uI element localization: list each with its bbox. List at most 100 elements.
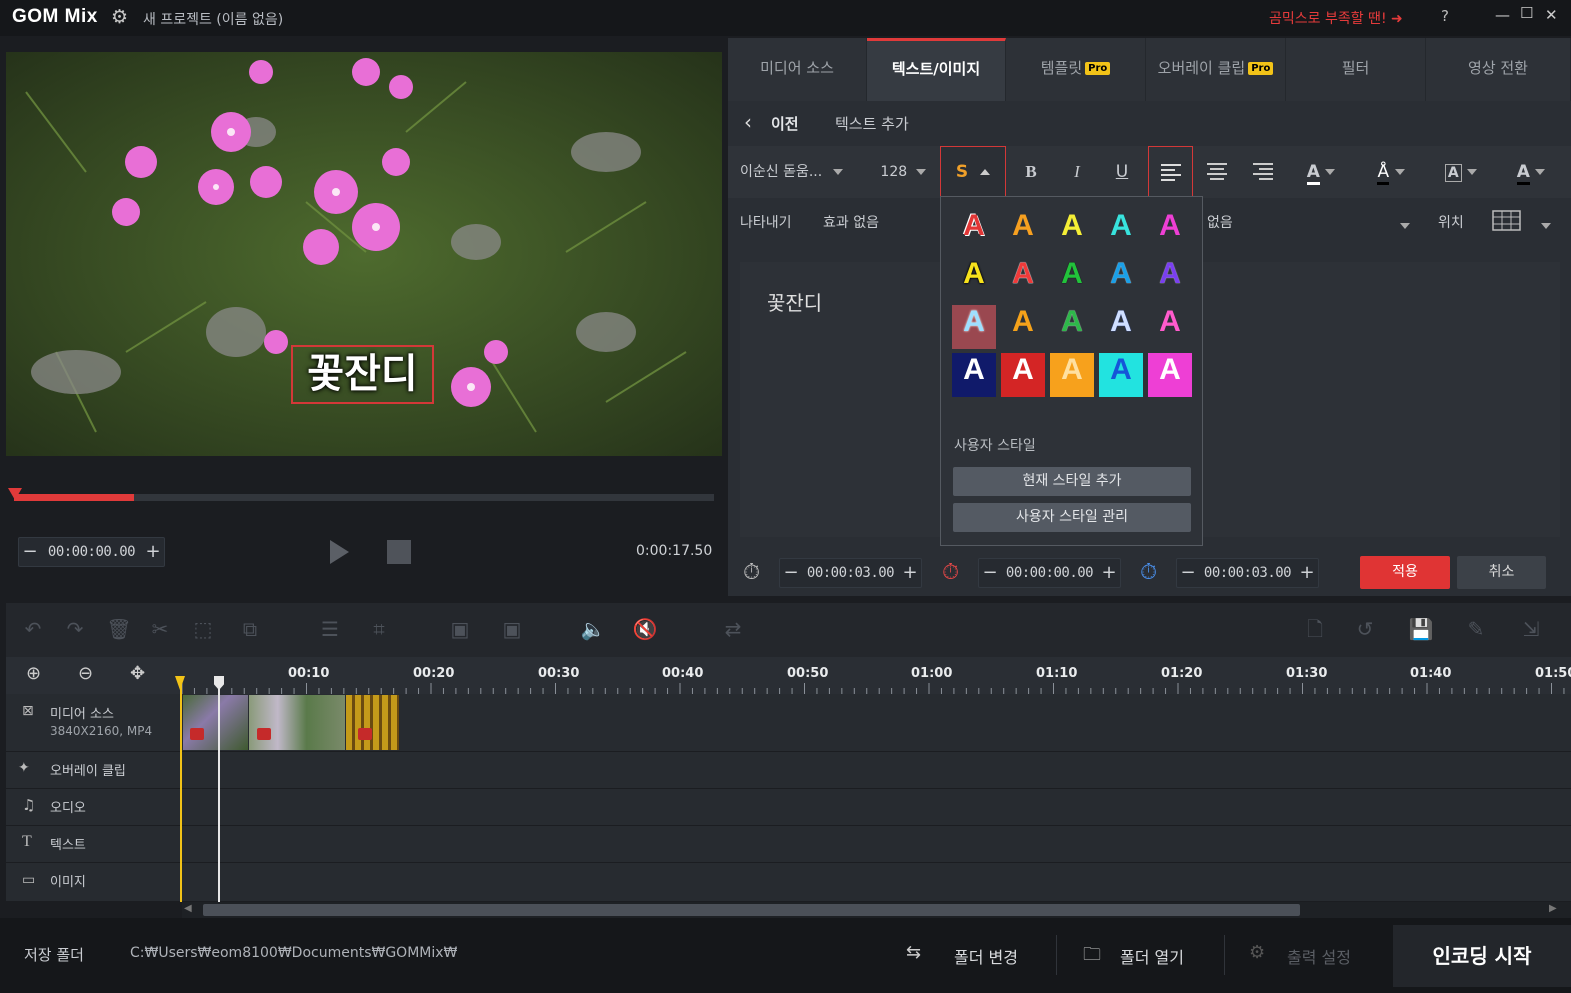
- bold-button[interactable]: B: [1014, 150, 1048, 194]
- style-swatch-cyan[interactable]: A: [1099, 209, 1143, 253]
- start-time-field[interactable]: − 00:00:00.00 +: [978, 558, 1121, 588]
- track-overlay[interactable]: [6, 752, 1571, 789]
- crop-icon[interactable]: ⌗: [364, 614, 394, 644]
- scrollbar-thumb[interactable]: [203, 904, 1300, 916]
- start-plus-button[interactable]: +: [1098, 559, 1120, 587]
- style-swatch-magenta-bg[interactable]: A: [1148, 353, 1192, 397]
- tab-overlay-clip[interactable]: 오버레이 클립 Pro: [1146, 38, 1286, 101]
- text-content[interactable]: 꽃잔디: [767, 287, 822, 316]
- video-clip[interactable]: [346, 695, 399, 750]
- duration-minus-button[interactable]: −: [780, 559, 802, 587]
- timeline-ruler[interactable]: [182, 657, 1571, 694]
- end-time-field[interactable]: − 00:00:03.00 +: [1176, 558, 1319, 588]
- chevron-down-icon[interactable]: [1400, 218, 1410, 234]
- start-minus-button[interactable]: −: [979, 559, 1001, 587]
- playhead[interactable]: [218, 676, 220, 902]
- scroll-left-icon[interactable]: ◀: [184, 903, 192, 914]
- shadow-color-button[interactable]: A: [1505, 150, 1557, 194]
- style-swatch-red-outline[interactable]: A: [1001, 257, 1045, 301]
- undo-icon[interactable]: ↶: [18, 614, 48, 644]
- save-icon[interactable]: 💾: [1406, 614, 1436, 644]
- split-icon[interactable]: ⧉: [235, 614, 265, 644]
- end-minus-button[interactable]: −: [1177, 559, 1199, 587]
- style-swatch-green[interactable]: A: [1050, 305, 1094, 349]
- tab-text-image[interactable]: 텍스트/이미지: [867, 38, 1006, 101]
- zoom-in-icon[interactable]: ⊕: [26, 663, 41, 684]
- fit-timeline-icon[interactable]: ✥: [130, 663, 145, 684]
- style-swatch-cyan-bg[interactable]: A: [1099, 353, 1143, 397]
- close-icon[interactable]: ✕: [1545, 6, 1558, 24]
- video-clip[interactable]: [183, 695, 248, 750]
- track-image[interactable]: [6, 863, 1571, 902]
- position-grid-icon[interactable]: [1492, 210, 1522, 236]
- background-color-button[interactable]: A: [1435, 150, 1487, 194]
- add-style-button[interactable]: 현재 스타일 추가: [953, 467, 1191, 496]
- tab-filter[interactable]: 필터: [1286, 38, 1426, 101]
- video-text-overlay[interactable]: 꽃잔디: [291, 345, 434, 404]
- style-swatch-gold[interactable]: A: [1001, 305, 1045, 349]
- video-clip[interactable]: [249, 695, 345, 750]
- outline-color-button[interactable]: Å: [1365, 150, 1417, 194]
- start-marker[interactable]: [180, 676, 182, 902]
- style-swatch-red[interactable]: A: [952, 209, 996, 253]
- style-swatch-orange-bg[interactable]: A: [1050, 353, 1094, 397]
- align-center-button[interactable]: [1195, 146, 1240, 197]
- style-swatch-silver[interactable]: A: [1099, 305, 1143, 349]
- time-plus-button[interactable]: +: [142, 538, 164, 566]
- tab-media-source[interactable]: 미디어 소스: [728, 38, 867, 101]
- style-swatch-blue-outline[interactable]: A: [1099, 257, 1143, 301]
- new-project-icon[interactable]: 🗋: [1300, 614, 1330, 644]
- end-plus-button[interactable]: +: [1296, 559, 1318, 587]
- open-folder-button[interactable]: 폴더 열기: [1120, 944, 1184, 968]
- stop-icon[interactable]: [387, 540, 411, 564]
- settings-gear-icon[interactable]: ⚙: [111, 6, 128, 28]
- style-swatch-yellow[interactable]: A: [1050, 209, 1094, 253]
- transition-icon[interactable]: ⇄: [718, 614, 748, 644]
- zoom-out-icon[interactable]: ⊖: [78, 663, 93, 684]
- underline-button[interactable]: U: [1105, 150, 1139, 194]
- reload-icon[interactable]: ↺: [1350, 614, 1380, 644]
- style-swatch-green-outline[interactable]: A: [1050, 257, 1094, 301]
- chevron-down-icon[interactable]: [1541, 218, 1551, 234]
- style-swatch-magenta[interactable]: A: [1148, 209, 1192, 253]
- font-select[interactable]: 이순신 돋움...: [740, 150, 864, 194]
- start-marker-handle[interactable]: [175, 676, 185, 690]
- image-left-icon[interactable]: ▣: [445, 614, 475, 644]
- scroll-right-icon[interactable]: ▶: [1549, 903, 1557, 914]
- italic-button[interactable]: I: [1060, 150, 1094, 194]
- align-left-button[interactable]: [1148, 146, 1193, 197]
- track-audio[interactable]: [6, 789, 1571, 826]
- duration-field[interactable]: − 00:00:03.00 +: [779, 558, 922, 588]
- style-swatch-orange[interactable]: A: [1001, 209, 1045, 253]
- style-swatch-selected[interactable]: A: [952, 305, 996, 349]
- style-swatch-pink[interactable]: A: [1148, 305, 1192, 349]
- output-settings-button[interactable]: 출력 설정: [1287, 944, 1351, 968]
- back-button[interactable]: 이전: [771, 113, 799, 134]
- redo-icon[interactable]: ↷: [60, 614, 90, 644]
- cancel-button[interactable]: 취소: [1457, 556, 1546, 589]
- help-icon[interactable]: ?: [1441, 7, 1449, 25]
- track-text[interactable]: [6, 826, 1571, 863]
- style-preset-button[interactable]: S: [940, 146, 1006, 197]
- tab-template[interactable]: 템플릿 Pro: [1006, 38, 1146, 101]
- font-size-select[interactable]: 128: [872, 150, 934, 194]
- time-minus-button[interactable]: −: [19, 538, 41, 566]
- style-swatch-navy-bg[interactable]: A: [952, 353, 996, 397]
- change-folder-button[interactable]: 폴더 변경: [954, 944, 1018, 968]
- current-time-field[interactable]: − 00:00:00.00 +: [18, 537, 165, 567]
- style-swatch-red-bg[interactable]: A: [1001, 353, 1045, 397]
- manage-style-button[interactable]: 사용자 스타일 관리: [953, 503, 1191, 532]
- encode-start-button[interactable]: 인코딩 시작: [1393, 925, 1571, 987]
- export-icon[interactable]: ⇲: [1516, 614, 1546, 644]
- play-icon[interactable]: [330, 540, 349, 564]
- save-as-icon[interactable]: ✎: [1461, 614, 1491, 644]
- back-chevron-icon[interactable]: ‹: [744, 110, 752, 134]
- align-right-button[interactable]: [1241, 146, 1286, 197]
- text-color-button[interactable]: A: [1295, 150, 1347, 194]
- style-swatch-yellow-outline[interactable]: A: [952, 257, 996, 301]
- volume-icon[interactable]: 🔈: [578, 614, 608, 644]
- image-right-icon[interactable]: ▣: [497, 614, 527, 644]
- select-icon[interactable]: ⬚: [188, 614, 218, 644]
- adjust-icon[interactable]: ☰: [315, 614, 345, 644]
- minimize-icon[interactable]: —: [1495, 6, 1510, 24]
